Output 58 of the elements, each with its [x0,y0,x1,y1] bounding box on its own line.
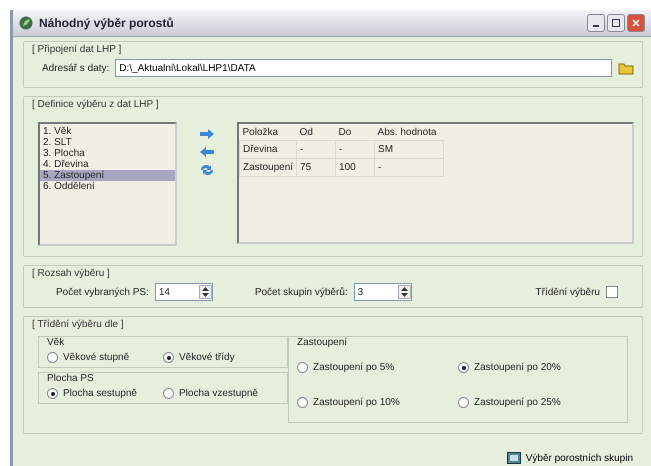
field-label: Adresář s daty: [42,62,110,74]
column-header: Abs. hodnota [374,124,444,140]
group-title: [ Připojení dat LHP ] [32,44,122,55]
window-icon [506,452,521,464]
minimize-button[interactable] [587,14,605,32]
path-field[interactable]: D:\_Aktualni\Lokal\LHP1\DATA [115,59,612,77]
table-cell: - [374,158,444,176]
table-cell: - [296,140,336,158]
maximize-button[interactable] [607,14,625,32]
group-title: [ Rozsah výběru ] [32,268,111,279]
maximize-icon [612,19,620,27]
radio-option[interactable]: Zastoupení po 20% [458,362,619,373]
radio-option[interactable]: Věkové třídy [163,352,279,363]
table-cell: - [336,140,375,158]
list-item[interactable]: 1. Věk [40,126,175,137]
group-title: [ Definice výběru z dat LHP ] [32,99,160,110]
radio-option[interactable]: Zastoupení po 25% [458,397,619,408]
spin-field[interactable]: 3 [354,283,412,301]
up-down-icon [400,287,408,297]
list-item[interactable]: 6. Oddělení [40,181,175,192]
column-header: Od [296,124,336,140]
folder-icon[interactable] [618,62,634,74]
spin-button[interactable] [198,285,212,299]
column-header: Do [336,124,375,140]
table-cell: 100 [336,158,375,176]
field-label: Počet vybraných PS: [56,286,149,298]
leaf-icon [19,16,33,30]
checkbox[interactable] [606,286,618,298]
table-cell: 75 [296,158,336,176]
group-title: Zastoupení [297,337,348,348]
radio-option[interactable]: Věkové stupně [47,352,163,363]
list-item[interactable]: 4. Dřevina [40,159,175,170]
up-down-icon [202,287,209,297]
refresh-icon[interactable] [199,164,215,176]
field-label: Počet skupin výběrů: [254,286,348,298]
arrow-left-icon[interactable] [199,146,215,158]
group-title: [ Třídění výběru dle ] [32,319,125,330]
spin-field[interactable]: 14 [154,283,213,301]
table-cell: Dřevina [240,140,297,158]
close-button[interactable] [627,14,645,32]
spin-button[interactable] [398,285,411,299]
close-icon [632,19,640,27]
window-title: Náhodný výběr porostů [39,16,174,30]
radio-option[interactable]: Zastoupení po 10% [297,397,458,408]
radio-option[interactable]: Plocha sestupně [47,388,163,399]
group-title: Věk [47,337,66,348]
table-cell: SM [374,140,444,158]
radio-option[interactable]: Plocha vzestupně [163,388,279,399]
list-item[interactable]: 2. SLT [40,137,175,148]
arrow-right-icon[interactable] [199,128,215,140]
group-title: Plocha PS [47,373,95,384]
list-item[interactable]: 5. Zastoupení [40,170,175,181]
radio-option[interactable]: Zastoupení po 5% [297,362,458,373]
group-selection-button[interactable]: Výběr porostních skupin [504,450,635,466]
table-cell: Zastoupení [240,158,297,176]
column-header: Položka [240,124,297,140]
list-item[interactable]: 3. Plocha [40,148,175,159]
checkbox-label: Třídění výběru [536,286,600,298]
